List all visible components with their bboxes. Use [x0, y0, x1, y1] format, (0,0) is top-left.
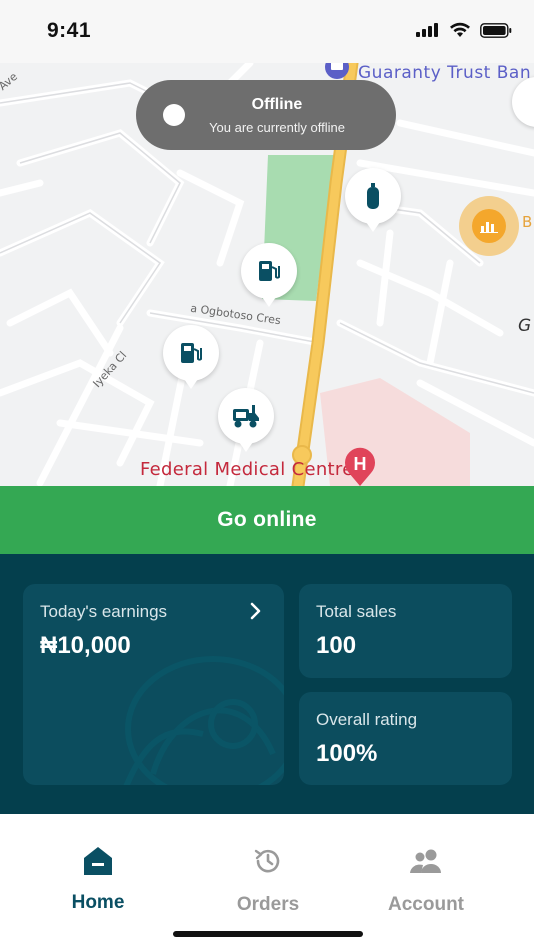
overall-rating-card[interactable]: Overall rating 100% — [299, 692, 512, 785]
stats-icon — [472, 209, 506, 243]
map-view[interactable]: Guaranty Trust Ban Federal Medical Centr… — [0, 63, 534, 486]
map-label-bank: Guaranty Trust Ban — [358, 63, 532, 83]
stats-panel: Today's earnings ₦10,000 Total sales 100… — [0, 554, 534, 814]
nav-tab-account[interactable]: Account — [356, 844, 496, 916]
overall-rating-value: 100% — [316, 740, 378, 767]
svg-text:H: H — [354, 454, 367, 474]
map-label-hospital: Federal Medical Centre — [140, 459, 354, 480]
map-pin-delivery[interactable] — [218, 388, 274, 452]
gas-cylinder-icon — [367, 183, 379, 209]
status-icons — [416, 22, 512, 38]
bottom-navigation: Home Orders Account — [0, 814, 534, 950]
map-label-edge: G — [518, 316, 532, 336]
nav-tab-home[interactable]: Home — [28, 844, 168, 914]
stats-marker[interactable] — [459, 196, 519, 256]
earnings-value: ₦10,000 — [40, 632, 131, 659]
nav-label-orders: Orders — [236, 894, 300, 915]
wifi-icon — [450, 22, 470, 37]
delivery-truck-icon — [233, 405, 259, 428]
hospital-icon[interactable]: H — [343, 447, 377, 486]
status-bar: 9:41 — [0, 0, 534, 63]
history-icon — [254, 849, 280, 873]
offline-subtitle: You are currently offline — [209, 120, 345, 135]
total-sales-label: Total sales — [316, 602, 397, 621]
map-pin-gas-cylinder[interactable] — [345, 168, 401, 232]
offline-banner[interactable]: Offline You are currently offline — [136, 80, 396, 150]
status-time: 9:41 — [47, 19, 92, 42]
offline-title: Offline — [251, 96, 303, 113]
offline-toggle-knob[interactable] — [163, 104, 185, 126]
map-pin-fuel-station[interactable] — [163, 325, 219, 389]
nav-tab-orders[interactable]: Orders — [198, 844, 338, 916]
people-icon — [410, 849, 441, 873]
home-indicator — [173, 931, 363, 937]
fuel-pump-icon — [259, 261, 280, 281]
map-label-edge: B — [522, 213, 533, 231]
bank-icon — [325, 63, 349, 79]
battery-icon — [480, 22, 512, 38]
chevron-right-icon[interactable] — [250, 602, 262, 620]
nav-label-account: Account — [388, 894, 464, 915]
map-pin-fuel-station[interactable] — [241, 243, 297, 307]
total-sales-card[interactable]: Total sales 100 — [299, 584, 512, 678]
total-sales-value: 100 — [316, 632, 357, 659]
earnings-card[interactable]: Today's earnings ₦10,000 — [23, 584, 284, 785]
cellular-signal-icon — [416, 23, 438, 37]
earnings-label: Today's earnings — [40, 602, 168, 621]
nav-label-home: Home — [71, 892, 125, 913]
watermark-graphic — [123, 656, 284, 785]
home-icon — [84, 847, 112, 875]
fuel-pump-icon — [181, 343, 202, 363]
go-online-button[interactable]: Go online — [0, 486, 534, 554]
overall-rating-label: Overall rating — [316, 710, 418, 729]
